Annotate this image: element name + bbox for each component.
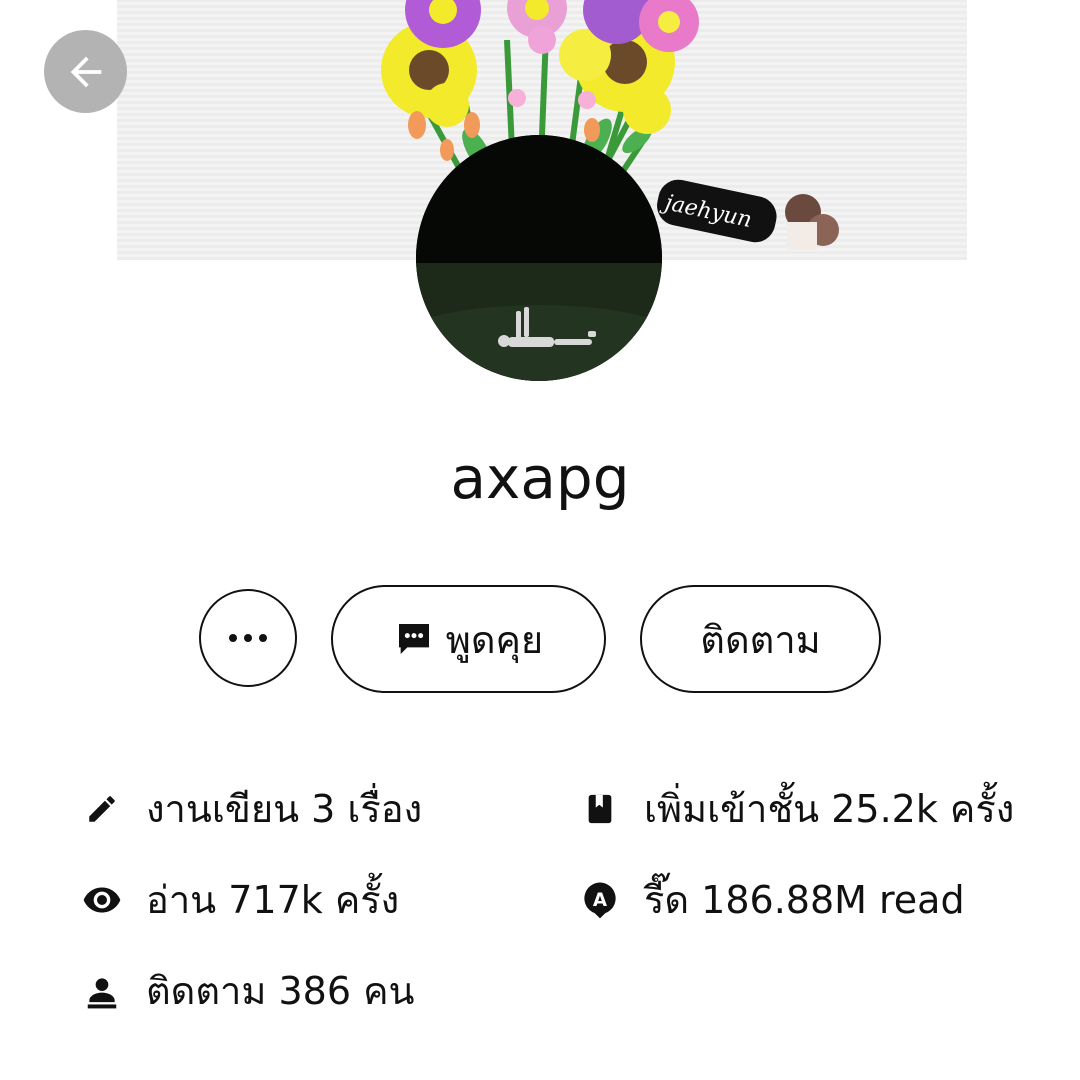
- svg-text:A: A: [593, 890, 608, 911]
- pencil-icon: [80, 787, 124, 831]
- chat-button-label: พูดคุย: [445, 617, 544, 662]
- stat-reeds: A รี๊ด 186.88M read: [578, 876, 965, 924]
- stat-followers: ติดตาม 386 คน: [80, 967, 415, 1015]
- avatar-photo: [416, 135, 662, 381]
- arrow-left-icon: [70, 56, 101, 87]
- chat-button[interactable]: พูดคุย: [331, 585, 606, 693]
- profile-page: jaehyun axapg พูดคุย ติดตาม งานเขียน 3 เ…: [0, 0, 1080, 1080]
- more-options-button[interactable]: [199, 589, 297, 687]
- stat-library-adds: เพิ่มเข้าชั้น 25.2k ครั้ง: [578, 785, 1014, 833]
- follow-button[interactable]: ติดตาม: [640, 585, 881, 693]
- stat-followers-text: ติดตาม 386 คน: [146, 969, 415, 1013]
- follow-button-label: ติดตาม: [700, 617, 821, 662]
- stat-works-text: งานเขียน 3 เรื่อง: [146, 787, 423, 831]
- stat-reeds-text: รี๊ด 186.88M read: [644, 878, 965, 922]
- stat-library-text: เพิ่มเข้าชั้น 25.2k ครั้ง: [644, 787, 1015, 831]
- chat-bubble-icon: [394, 619, 434, 659]
- stat-works: งานเขียน 3 เรื่อง: [80, 785, 422, 833]
- avatar[interactable]: [416, 135, 662, 381]
- eye-icon: [80, 878, 124, 922]
- back-button[interactable]: [44, 30, 127, 113]
- stat-reads: อ่าน 717k ครั้ง: [80, 876, 399, 924]
- stat-reads-text: อ่าน 717k ครั้ง: [146, 878, 400, 922]
- username: axapg: [450, 444, 630, 512]
- reed-bubble-icon: A: [578, 878, 622, 922]
- bookmark-book-icon: [578, 787, 622, 831]
- more-horizontal-icon: [229, 634, 267, 642]
- follower-icon: [80, 969, 124, 1013]
